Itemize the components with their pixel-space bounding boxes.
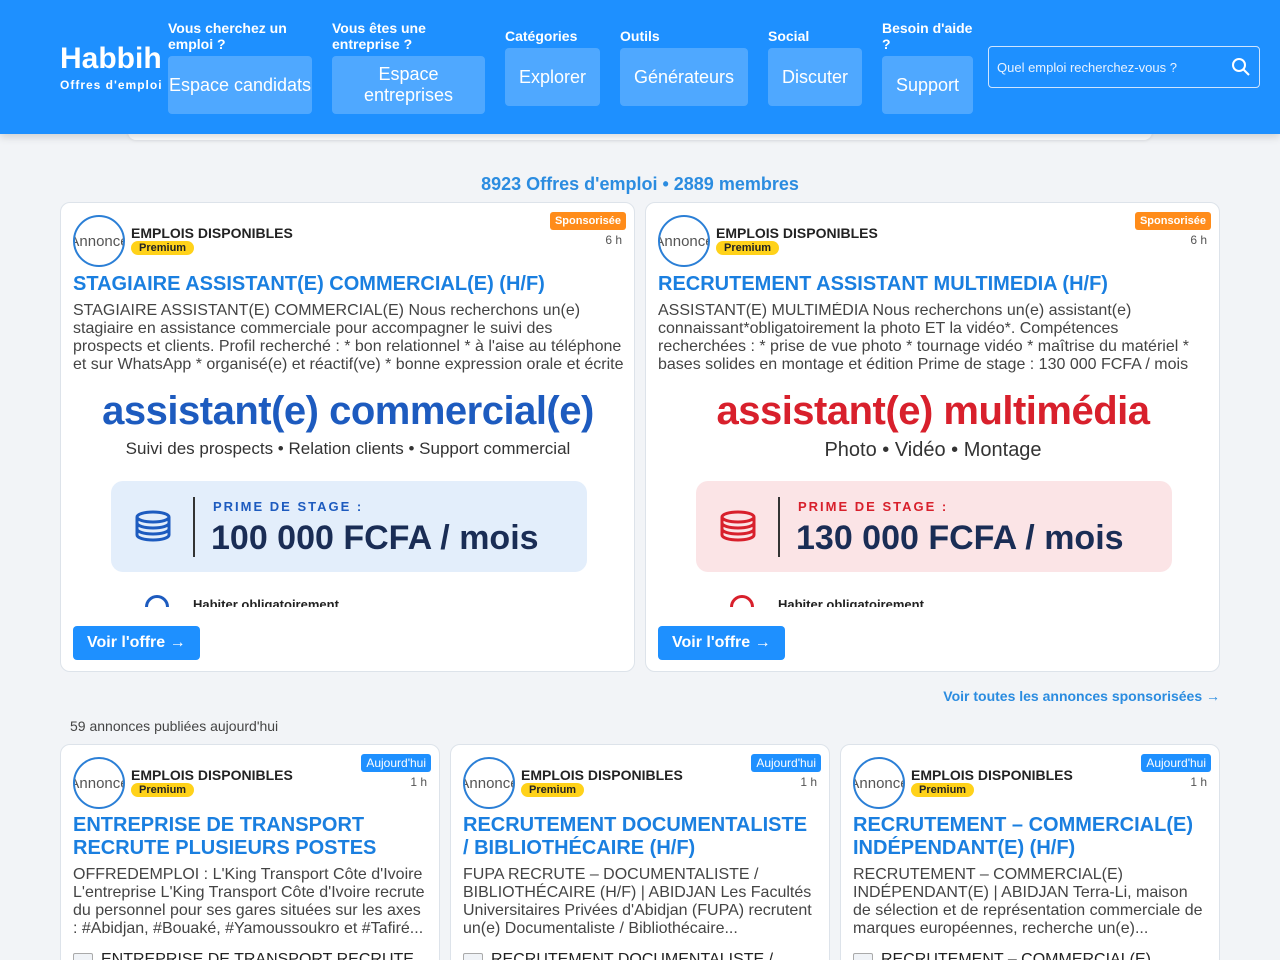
job-description: FUPA RECRUTE – DOCUMENTALISTE / BIBLIOTH…	[463, 866, 812, 937]
nav-group-aide: Besoin d'aide ? Support	[882, 20, 973, 114]
premium-badge: Premium	[716, 241, 780, 255]
discuter-button[interactable]: Discuter	[768, 48, 862, 106]
post-time: 1 h	[1190, 775, 1207, 789]
post-time: 1 h	[410, 775, 427, 789]
ad-footer: Habiter obligatoirement	[778, 597, 924, 607]
today-badge: Aujourd'hui	[751, 754, 821, 772]
job-card[interactable]: Aujourd'hui 1 h Annonce EMPLOIS DISPONIB…	[840, 744, 1220, 960]
post-time: 6 h	[605, 233, 622, 247]
ad-divider	[778, 497, 780, 557]
company-name[interactable]: EMPLOIS DISPONIBLES	[716, 225, 878, 241]
search-input[interactable]	[997, 59, 1231, 75]
avatar[interactable]: Annonce	[853, 757, 905, 809]
job-thumbnail[interactable]: ENTREPRISE DE TRANSPORT RECRUTE	[73, 951, 414, 960]
job-title[interactable]: ENTREPRISE DE TRANSPORT RECRUTE PLUSIEUR…	[73, 814, 427, 860]
nav-label-entreprises: Vous êtes une entreprise ?	[332, 20, 426, 52]
today-badge: Aujourd'hui	[1141, 754, 1211, 772]
premium-badge: Premium	[131, 241, 195, 255]
location-pin-icon	[145, 595, 169, 607]
nav-label-social: Social	[768, 28, 810, 44]
thumbnail-caption: ENTREPRISE DE TRANSPORT RECRUTE	[101, 951, 414, 960]
top-navigation-bar: Habbih Offres d'emploi Vous cherchez un …	[0, 0, 1280, 134]
post-time: 6 h	[1190, 233, 1207, 247]
nav-group-social: Social Discuter	[768, 28, 862, 106]
see-all-sponsored-link[interactable]: Voir toutes les annonces sponsorisées →	[943, 688, 1220, 704]
brand-tagline: Offres d'emploi	[60, 78, 163, 92]
nav-label-candidats: Vous cherchez un emploi ?	[168, 20, 287, 52]
today-badge: Aujourd'hui	[361, 754, 431, 772]
sponsored-card[interactable]: Sponsorisée 6 h Annonce EMPLOIS DISPONIB…	[60, 202, 635, 672]
ad-headline: assistant(e) commercial(e)	[102, 389, 594, 433]
company-name[interactable]: EMPLOIS DISPONIBLES	[521, 767, 683, 783]
job-description: RECRUTEMENT – COMMERCIAL(E) INDÉPENDANT(…	[853, 866, 1203, 937]
ad-divider	[193, 497, 195, 557]
ad-subline: Suivi des prospects • Relation clients •…	[125, 439, 571, 458]
job-description: ASSISTANT(E) MULTIMÉDIA Nous recherchons…	[658, 302, 1189, 373]
explorer-button[interactable]: Explorer	[505, 48, 600, 106]
ad-amount: 130 000 FCFA / mois	[796, 519, 1124, 557]
ad-amount: 100 000 FCFA / mois	[211, 519, 539, 557]
avatar[interactable]: Annonce	[658, 215, 710, 267]
job-card[interactable]: Aujourd'hui 1 h Annonce EMPLOIS DISPONIB…	[60, 744, 440, 960]
generateurs-button[interactable]: Générateurs	[620, 48, 748, 106]
nav-label-aide: Besoin d'aide ?	[882, 20, 973, 52]
company-name[interactable]: EMPLOIS DISPONIBLES	[131, 767, 293, 783]
sponsored-badge: Sponsorisée	[1134, 212, 1211, 230]
job-title[interactable]: RECRUTEMENT DOCUMENTALISTE / BIBLIOTHÉCA…	[463, 814, 817, 860]
ad-headline: assistant(e) multimédia	[716, 389, 1150, 433]
avatar[interactable]: Annonce	[463, 757, 515, 809]
image-icon	[73, 953, 93, 960]
job-ad-image[interactable]: assistant(e) multimédia Photo • Vidéo • …	[658, 387, 1208, 607]
ad-prime-label: PRIME DE STAGE :	[798, 499, 949, 514]
thumbnail-caption: RECRUTEMENT DOCUMENTALISTE /	[491, 951, 774, 960]
job-title[interactable]: STAGIAIRE ASSISTANT(E) COMMERCIAL(E) (H/…	[73, 273, 622, 296]
support-button[interactable]: Support	[882, 56, 973, 114]
coins-icon	[720, 510, 756, 542]
premium-badge: Premium	[911, 783, 975, 797]
job-description: STAGIAIRE ASSISTANT(E) COMMERCIAL(E) Nou…	[73, 302, 624, 373]
today-count: 59 annonces publiées aujourd'hui	[70, 718, 279, 734]
job-card[interactable]: Aujourd'hui 1 h Annonce EMPLOIS DISPONIB…	[450, 744, 830, 960]
company-name[interactable]: EMPLOIS DISPONIBLES	[911, 767, 1073, 783]
premium-badge: Premium	[131, 783, 195, 797]
job-ad-image[interactable]: assistant(e) commercial(e) Suivi des pro…	[73, 387, 623, 607]
image-icon	[463, 953, 483, 960]
avatar[interactable]: Annonce	[73, 215, 125, 267]
view-offer-button[interactable]: Voir l'offre →	[73, 626, 200, 660]
sponsored-badge: Sponsorisée	[549, 212, 626, 230]
espace-candidats-button[interactable]: Espace candidats	[168, 56, 312, 114]
ad-prime-box: PRIME DE STAGE : 100 000 FCFA / mois	[111, 481, 587, 572]
premium-badge: Premium	[521, 783, 585, 797]
brand-name: Habbih	[60, 42, 162, 75]
nav-group-entreprises: Vous êtes une entreprise ? Espace entrep…	[332, 20, 485, 114]
ad-prime-box: PRIME DE STAGE : 130 000 FCFA / mois	[696, 481, 1172, 572]
job-description: OFFREDEMPLOI : L'King Transport Côte d'I…	[73, 866, 425, 937]
search-bar	[988, 46, 1260, 88]
ad-footer: Habiter obligatoirement	[193, 597, 339, 607]
image-icon	[853, 953, 873, 960]
coins-icon	[135, 510, 171, 542]
nav-label-categories: Catégories	[505, 28, 578, 44]
avatar[interactable]: Annonce	[73, 757, 125, 809]
job-title[interactable]: RECRUTEMENT ASSISTANT MULTIMEDIA (H/F)	[658, 273, 1207, 296]
nav-group-outils: Outils Générateurs	[620, 28, 748, 106]
nav-label-outils: Outils	[620, 28, 660, 44]
search-icon[interactable]	[1231, 57, 1251, 77]
nav-group-candidats: Vous cherchez un emploi ? Espace candida…	[168, 20, 312, 114]
thumbnail-caption: RECRUTEMENT – COMMERCIAL(E)	[881, 951, 1151, 960]
nav-group-categories: Catégories Explorer	[505, 28, 600, 106]
sponsored-card[interactable]: Sponsorisée 6 h Annonce EMPLOIS DISPONIB…	[645, 202, 1220, 672]
ad-prime-label: PRIME DE STAGE :	[213, 499, 364, 514]
view-offer-button[interactable]: Voir l'offre →	[658, 626, 785, 660]
location-pin-icon	[730, 595, 754, 607]
post-time: 1 h	[800, 775, 817, 789]
job-thumbnail[interactable]: RECRUTEMENT – COMMERCIAL(E)	[853, 951, 1151, 960]
site-stats: 8923 Offres d'emploi • 2889 membres	[481, 174, 799, 194]
espace-entreprises-button[interactable]: Espace entreprises	[332, 56, 485, 114]
job-title[interactable]: RECRUTEMENT – COMMERCIAL(E) INDÉPENDANT(…	[853, 814, 1207, 860]
ad-subline: Photo • Vidéo • Montage	[824, 439, 1042, 461]
job-thumbnail[interactable]: RECRUTEMENT DOCUMENTALISTE /	[463, 951, 773, 960]
brand-logo[interactable]: Habbih Offres d'emploi	[60, 42, 163, 92]
company-name[interactable]: EMPLOIS DISPONIBLES	[131, 225, 293, 241]
